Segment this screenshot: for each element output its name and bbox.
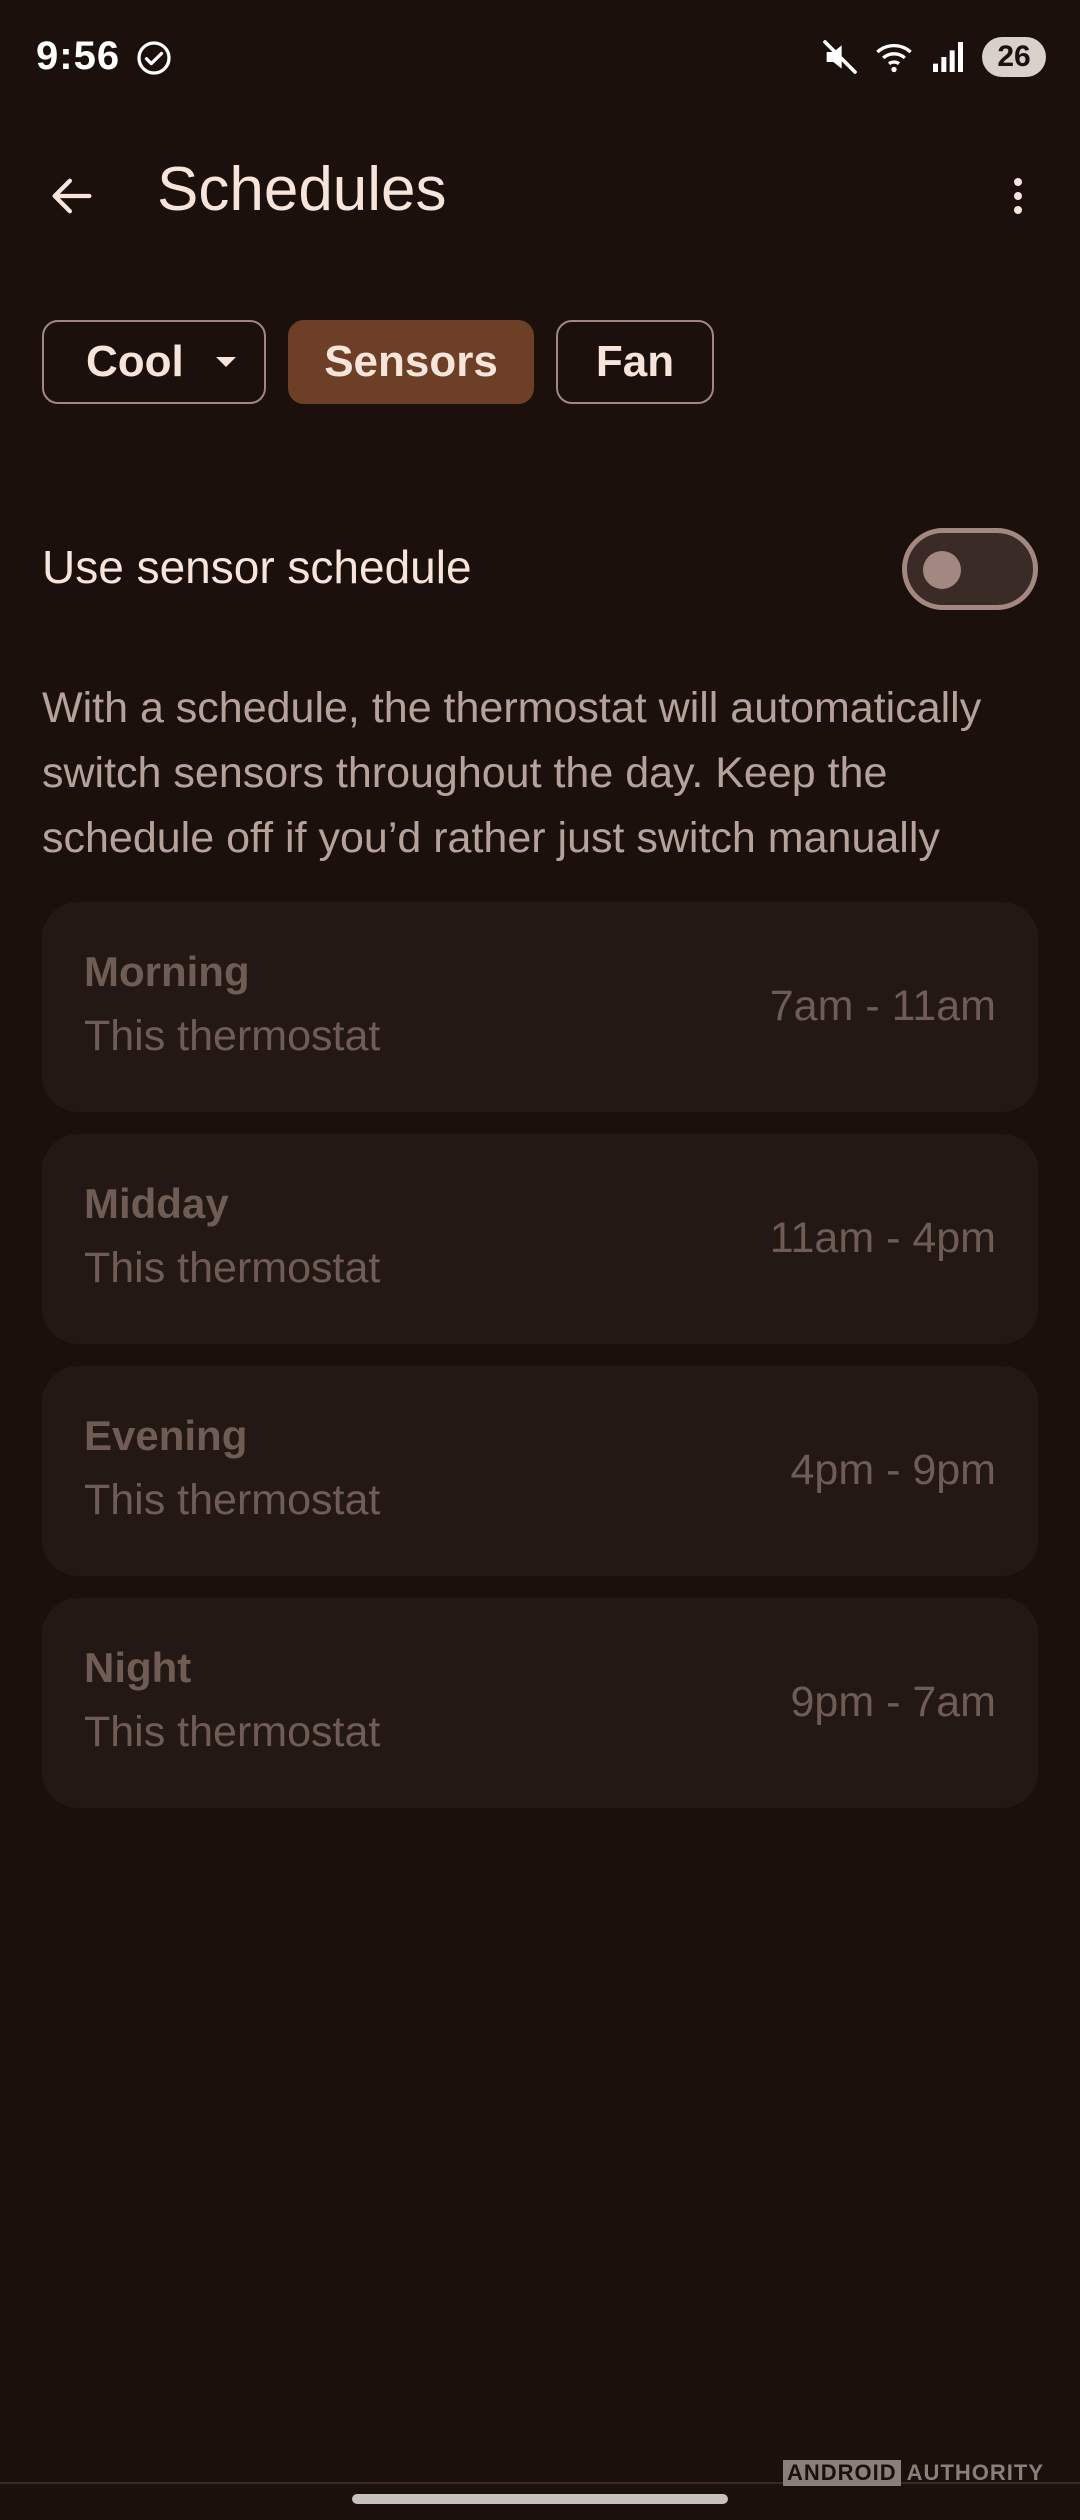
cool-chip-label: Cool <box>86 337 184 386</box>
home-indicator[interactable] <box>352 2494 728 2504</box>
app-bar: Schedules <box>0 140 1080 250</box>
schedule-card-evening[interactable]: Evening This thermostat 4pm - 9pm <box>42 1366 1038 1576</box>
watermark-part2: AUTHORITY <box>906 2460 1044 2485</box>
signal-icon <box>933 42 963 72</box>
slot-device: This thermostat <box>84 1012 381 1060</box>
battery-indicator: 26 <box>982 37 1046 77</box>
slot-device: This thermostat <box>84 1244 381 1292</box>
slot-name: Midday <box>84 1180 229 1227</box>
slot-time: 4pm - 9pm <box>790 1446 996 1494</box>
slot-time: 7am - 11am <box>769 982 996 1030</box>
cool-chip[interactable]: Cool <box>42 320 266 404</box>
slot-name: Evening <box>84 1412 248 1459</box>
arrow-back-icon <box>52 178 92 214</box>
status-time: 9:56 <box>36 34 121 78</box>
more-vert-icon <box>1014 178 1022 214</box>
wifi-icon <box>876 44 912 73</box>
status-icons: 26 <box>820 34 1046 80</box>
schedule-description: With a schedule, the thermostat will aut… <box>42 684 982 862</box>
slot-name: Night <box>84 1644 192 1691</box>
toggle-knob <box>923 551 961 589</box>
page-title: Schedules <box>157 155 447 224</box>
sensor-schedule-row: Use sensor schedule <box>42 528 1038 614</box>
sensor-schedule-label: Use sensor schedule <box>42 541 472 593</box>
slot-device: This thermostat <box>84 1476 381 1524</box>
fan-chip-label: Fan <box>595 337 675 386</box>
slot-name: Morning <box>84 948 250 995</box>
mute-icon <box>823 40 857 74</box>
sensor-schedule-toggle[interactable] <box>902 528 1038 610</box>
schedule-card-midday[interactable]: Midday This thermostat 11am - 4pm <box>42 1134 1038 1344</box>
more-options-button[interactable] <box>986 164 1050 228</box>
watermark-part1: ANDROID <box>783 2460 901 2486</box>
status-bar: 9:56 26 <box>0 0 1080 120</box>
mode-chips: Cool Sensors Fan <box>42 320 714 404</box>
check-circle-icon <box>137 41 171 75</box>
slot-device: This thermostat <box>84 1708 381 1756</box>
sensors-chip-label: Sensors <box>324 337 498 386</box>
dropdown-arrow-icon <box>216 357 236 367</box>
schedule-card-night[interactable]: Night This thermostat 9pm - 7am <box>42 1598 1038 1808</box>
sensors-chip[interactable]: Sensors <box>288 320 534 404</box>
back-button[interactable] <box>36 164 108 228</box>
schedule-card-morning[interactable]: Morning This thermostat 7am - 11am <box>42 902 1038 1112</box>
watermark: ANDROID AUTHORITY <box>783 2460 1044 2486</box>
slot-time: 11am - 4pm <box>769 1214 996 1262</box>
slot-time: 9pm - 7am <box>790 1678 996 1726</box>
fan-chip[interactable]: Fan <box>556 320 714 404</box>
